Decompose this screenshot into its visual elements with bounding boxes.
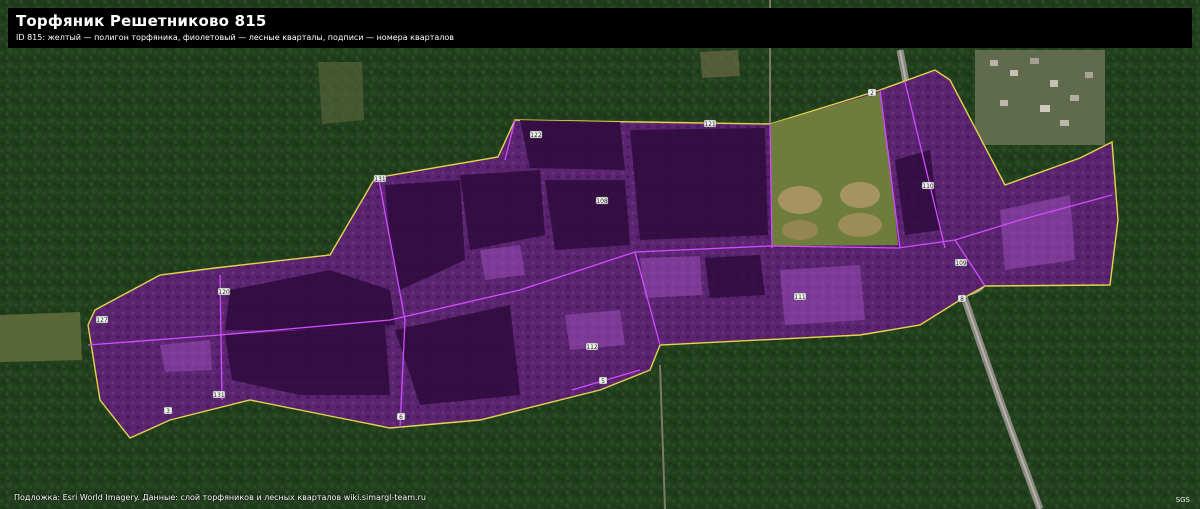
map-subtitle: ID 815: желтый — полигон торфяника, фиол… bbox=[16, 33, 454, 42]
quarter-label-112: 112 bbox=[585, 342, 599, 351]
svg-text:5: 5 bbox=[601, 378, 605, 385]
quarter-label-109: 109 bbox=[954, 258, 968, 267]
quarter-label-108: 108 bbox=[595, 196, 609, 205]
quarter-label-131a: 131 bbox=[373, 174, 387, 183]
quarter-label-110: 110 bbox=[921, 181, 935, 190]
map-credits: Подложка: Esri World Imagery. Данные: сл… bbox=[14, 493, 426, 502]
quarter-label-122: 122 bbox=[529, 130, 543, 139]
open-field-west bbox=[0, 312, 82, 362]
quarter-label-5: 5 bbox=[598, 376, 608, 385]
quarter-label-2: 2 bbox=[867, 88, 877, 97]
svg-text:3: 3 bbox=[166, 408, 170, 415]
map-header: Торфяник Решетниково 815 ID 815: желтый … bbox=[8, 8, 1192, 48]
quarter-label-3: 3 bbox=[163, 406, 173, 415]
quarter-label-120: 120 bbox=[217, 287, 231, 296]
quarter-label-127: 127 bbox=[95, 315, 109, 324]
clearing-north-2 bbox=[700, 50, 740, 78]
svg-text:2: 2 bbox=[870, 90, 874, 97]
svg-text:121: 121 bbox=[704, 121, 716, 128]
quarter-label-6: 6 bbox=[396, 412, 406, 421]
satellite-map[interactable]: 122 121 131 108 2 110 109 120 131 111 11… bbox=[0, 0, 1200, 509]
village bbox=[975, 50, 1105, 145]
svg-text:131: 131 bbox=[213, 392, 225, 399]
svg-text:131: 131 bbox=[374, 176, 386, 183]
quarter-label-131b: 131 bbox=[212, 390, 226, 399]
svg-text:120: 120 bbox=[218, 289, 230, 296]
svg-text:8: 8 bbox=[960, 296, 964, 303]
corner-mark: SGS bbox=[1175, 496, 1190, 504]
svg-text:112: 112 bbox=[586, 344, 598, 351]
quarter-label-111: 111 bbox=[793, 292, 807, 301]
svg-text:122: 122 bbox=[530, 132, 542, 139]
svg-text:108: 108 bbox=[596, 198, 608, 205]
quarter-label-8: 8 bbox=[957, 294, 967, 303]
svg-text:111: 111 bbox=[794, 294, 806, 301]
clearing-north bbox=[318, 62, 364, 124]
svg-text:110: 110 bbox=[922, 183, 934, 190]
svg-text:6: 6 bbox=[399, 414, 403, 421]
svg-text:127: 127 bbox=[96, 317, 108, 324]
map-title: Торфяник Решетниково 815 bbox=[16, 12, 267, 30]
quarter-label-121: 121 bbox=[703, 119, 717, 128]
svg-text:109: 109 bbox=[955, 260, 967, 267]
